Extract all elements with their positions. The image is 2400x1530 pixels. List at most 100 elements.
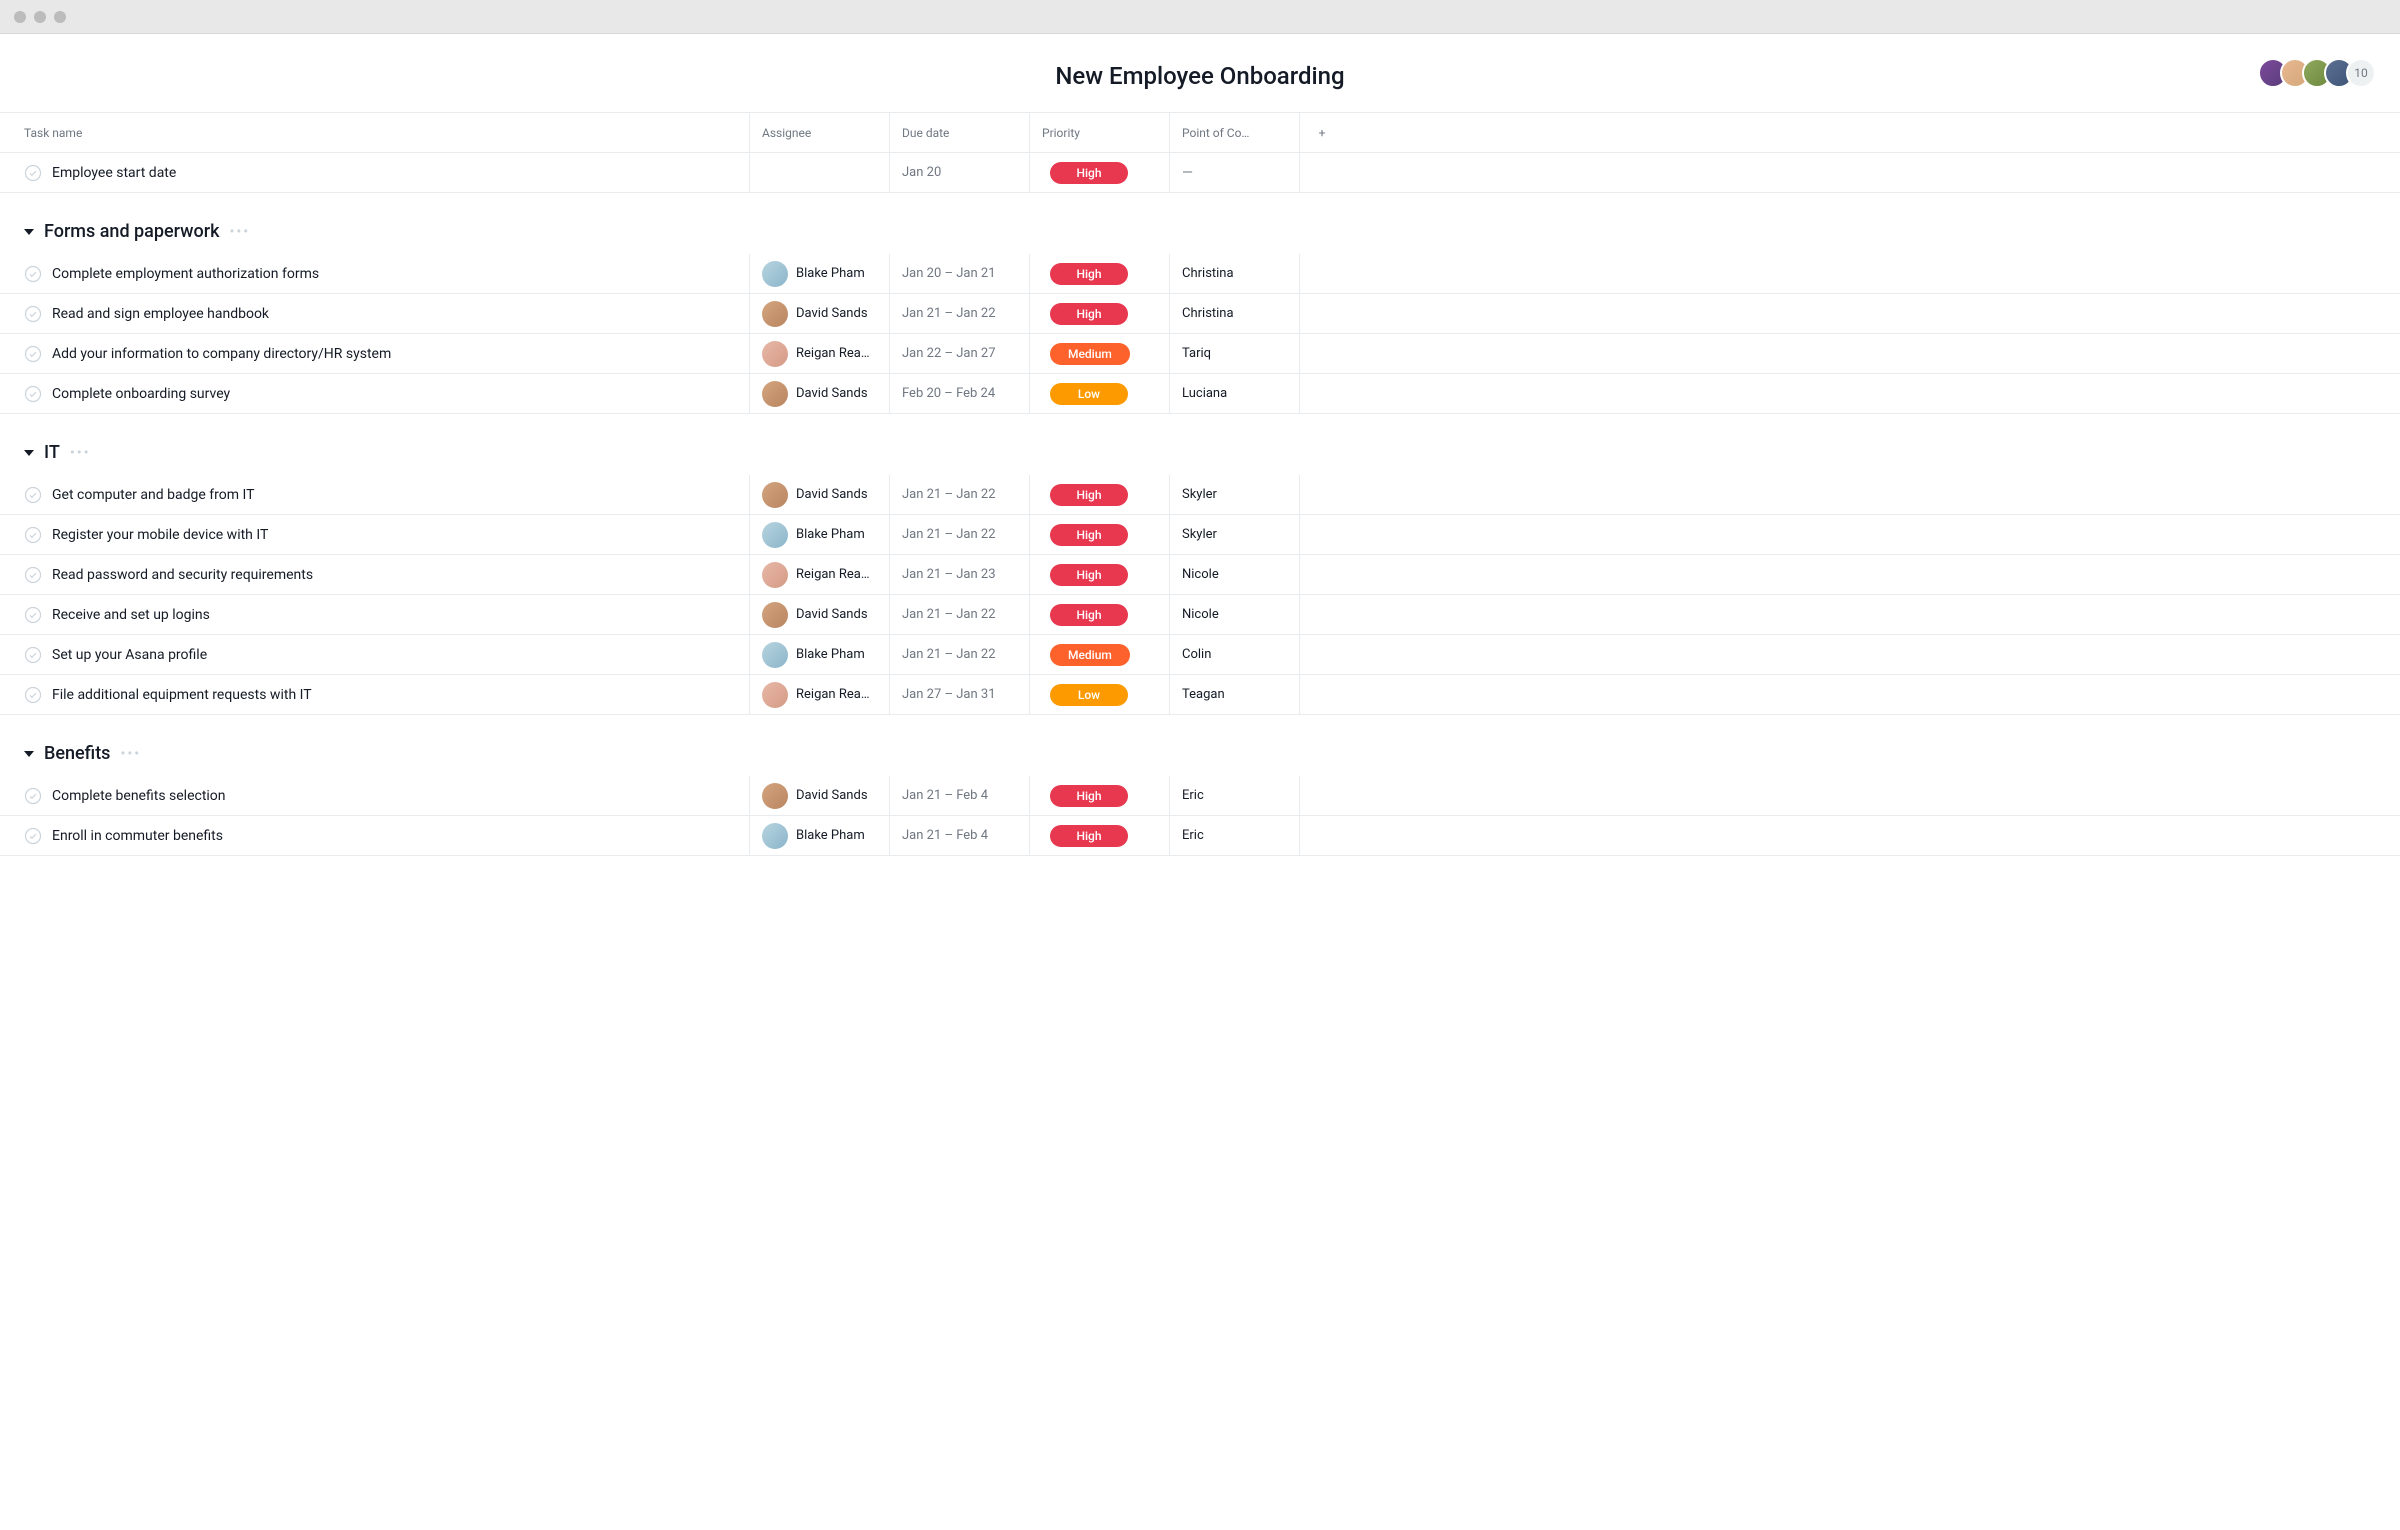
assignee-name: Blake Pham [796, 527, 865, 542]
poc-name: Christina [1182, 266, 1234, 281]
poc-name: Eric [1182, 828, 1204, 843]
assignee-cell[interactable]: Reigan Rea… [750, 334, 890, 373]
complete-checkbox-icon[interactable] [24, 164, 42, 182]
task-row[interactable]: Receive and set up loginsDavid SandsJan … [0, 595, 2400, 635]
add-column-button[interactable]: + [1300, 113, 1344, 152]
complete-checkbox-icon[interactable] [24, 686, 42, 704]
priority-pill[interactable]: High [1050, 785, 1128, 807]
task-row[interactable]: Complete benefits selectionDavid SandsJa… [0, 776, 2400, 816]
task-row[interactable]: Set up your Asana profileBlake PhamJan 2… [0, 635, 2400, 675]
assignee-cell[interactable]: Blake Pham [750, 515, 890, 554]
project-members[interactable]: 10 [2258, 58, 2376, 88]
assignee-avatar [762, 823, 788, 849]
priority-pill[interactable]: Low [1050, 383, 1128, 405]
priority-pill[interactable]: Medium [1050, 343, 1130, 365]
due-date: Jan 20 [902, 165, 941, 180]
assignee-name: David Sands [796, 386, 868, 401]
assignee-cell[interactable]: David Sands [750, 475, 890, 514]
assignee-cell[interactable]: David Sands [750, 595, 890, 634]
assignee-avatar [762, 522, 788, 548]
complete-checkbox-icon[interactable] [24, 646, 42, 664]
assignee-cell[interactable]: Blake Pham [750, 254, 890, 293]
task-row[interactable]: Employee start date Jan 20 High — [0, 153, 2400, 193]
section-more-icon[interactable]: ••• [120, 746, 141, 762]
assignee-cell[interactable]: David Sands [750, 776, 890, 815]
priority-pill[interactable]: High [1050, 162, 1128, 184]
complete-checkbox-icon[interactable] [24, 486, 42, 504]
section-more-icon[interactable]: ••• [70, 445, 91, 461]
scroll-fade [0, 1500, 2400, 1530]
member-overflow-count[interactable]: 10 [2346, 58, 2376, 88]
assignee-avatar [762, 261, 788, 287]
section-caret-icon[interactable] [24, 450, 34, 456]
assignee-name: Blake Pham [796, 828, 865, 843]
assignee-cell[interactable]: Reigan Rea… [750, 675, 890, 714]
complete-checkbox-icon[interactable] [24, 385, 42, 403]
section-header[interactable]: Benefits••• [0, 715, 2400, 776]
assignee-cell[interactable] [750, 153, 890, 192]
complete-checkbox-icon[interactable] [24, 305, 42, 323]
section-caret-icon[interactable] [24, 229, 34, 235]
section-header[interactable]: Forms and paperwork ••• [0, 193, 2400, 254]
priority-pill[interactable]: Medium [1050, 644, 1130, 666]
traffic-light-minimize[interactable] [34, 11, 46, 23]
assignee-avatar [762, 783, 788, 809]
task-row[interactable]: Read and sign employee handbookDavid San… [0, 294, 2400, 334]
due-date: Jan 21 – Jan 22 [902, 306, 996, 321]
column-header-due[interactable]: Due date [890, 113, 1030, 152]
section-title: Forms and paperwork [44, 221, 219, 242]
priority-pill[interactable]: High [1050, 825, 1128, 847]
complete-checkbox-icon[interactable] [24, 265, 42, 283]
column-header-poc[interactable]: Point of Co… [1170, 113, 1300, 152]
column-header-assignee[interactable]: Assignee [750, 113, 890, 152]
section-more-icon[interactable]: ••• [229, 224, 250, 240]
task-row[interactable]: Complete employment authorization formsB… [0, 254, 2400, 294]
column-header-task[interactable]: Task name [0, 113, 750, 152]
complete-checkbox-icon[interactable] [24, 606, 42, 624]
columns-header: Task name Assignee Due date Priority Poi… [0, 113, 2400, 153]
due-date: Jan 20 – Jan 21 [902, 266, 996, 281]
assignee-name: David Sands [796, 788, 868, 803]
due-date: Jan 21 – Feb 4 [902, 788, 988, 803]
traffic-light-zoom[interactable] [54, 11, 66, 23]
complete-checkbox-icon[interactable] [24, 526, 42, 544]
priority-pill[interactable]: High [1050, 604, 1128, 626]
complete-checkbox-icon[interactable] [24, 345, 42, 363]
due-date: Feb 20 – Feb 24 [902, 386, 995, 401]
task-row[interactable]: Complete onboarding surveyDavid SandsFeb… [0, 374, 2400, 414]
due-date: Jan 21 – Jan 22 [902, 527, 996, 542]
task-row[interactable]: Read password and security requirementsR… [0, 555, 2400, 595]
poc-name: Tariq [1182, 346, 1211, 361]
section-caret-icon[interactable] [24, 751, 34, 757]
priority-pill[interactable]: High [1050, 484, 1128, 506]
due-date: Jan 27 – Jan 31 [902, 687, 996, 702]
assignee-name: Blake Pham [796, 266, 865, 281]
complete-checkbox-icon[interactable] [24, 827, 42, 845]
priority-pill[interactable]: High [1050, 303, 1128, 325]
due-date: Jan 21 – Feb 4 [902, 828, 988, 843]
task-row[interactable]: File additional equipment requests with … [0, 675, 2400, 715]
priority-pill[interactable]: Low [1050, 684, 1128, 706]
task-name: File additional equipment requests with … [52, 687, 312, 703]
assignee-cell[interactable]: David Sands [750, 294, 890, 333]
assignee-cell[interactable]: Reigan Rea… [750, 555, 890, 594]
priority-pill[interactable]: High [1050, 263, 1128, 285]
task-name: Receive and set up logins [52, 607, 210, 623]
complete-checkbox-icon[interactable] [24, 566, 42, 584]
assignee-avatar [762, 602, 788, 628]
priority-pill[interactable]: High [1050, 524, 1128, 546]
assignee-avatar [762, 562, 788, 588]
section-header[interactable]: IT••• [0, 414, 2400, 475]
column-header-priority[interactable]: Priority [1030, 113, 1170, 152]
task-row[interactable]: Register your mobile device with ITBlake… [0, 515, 2400, 555]
traffic-light-close[interactable] [14, 11, 26, 23]
task-row[interactable]: Enroll in commuter benefitsBlake PhamJan… [0, 816, 2400, 856]
task-row[interactable]: Get computer and badge from ITDavid Sand… [0, 475, 2400, 515]
task-row[interactable]: Add your information to company director… [0, 334, 2400, 374]
assignee-cell[interactable]: David Sands [750, 374, 890, 413]
assignee-cell[interactable]: Blake Pham [750, 816, 890, 855]
complete-checkbox-icon[interactable] [24, 787, 42, 805]
priority-pill[interactable]: High [1050, 564, 1128, 586]
assignee-cell[interactable]: Blake Pham [750, 635, 890, 674]
assignee-name: David Sands [796, 306, 868, 321]
